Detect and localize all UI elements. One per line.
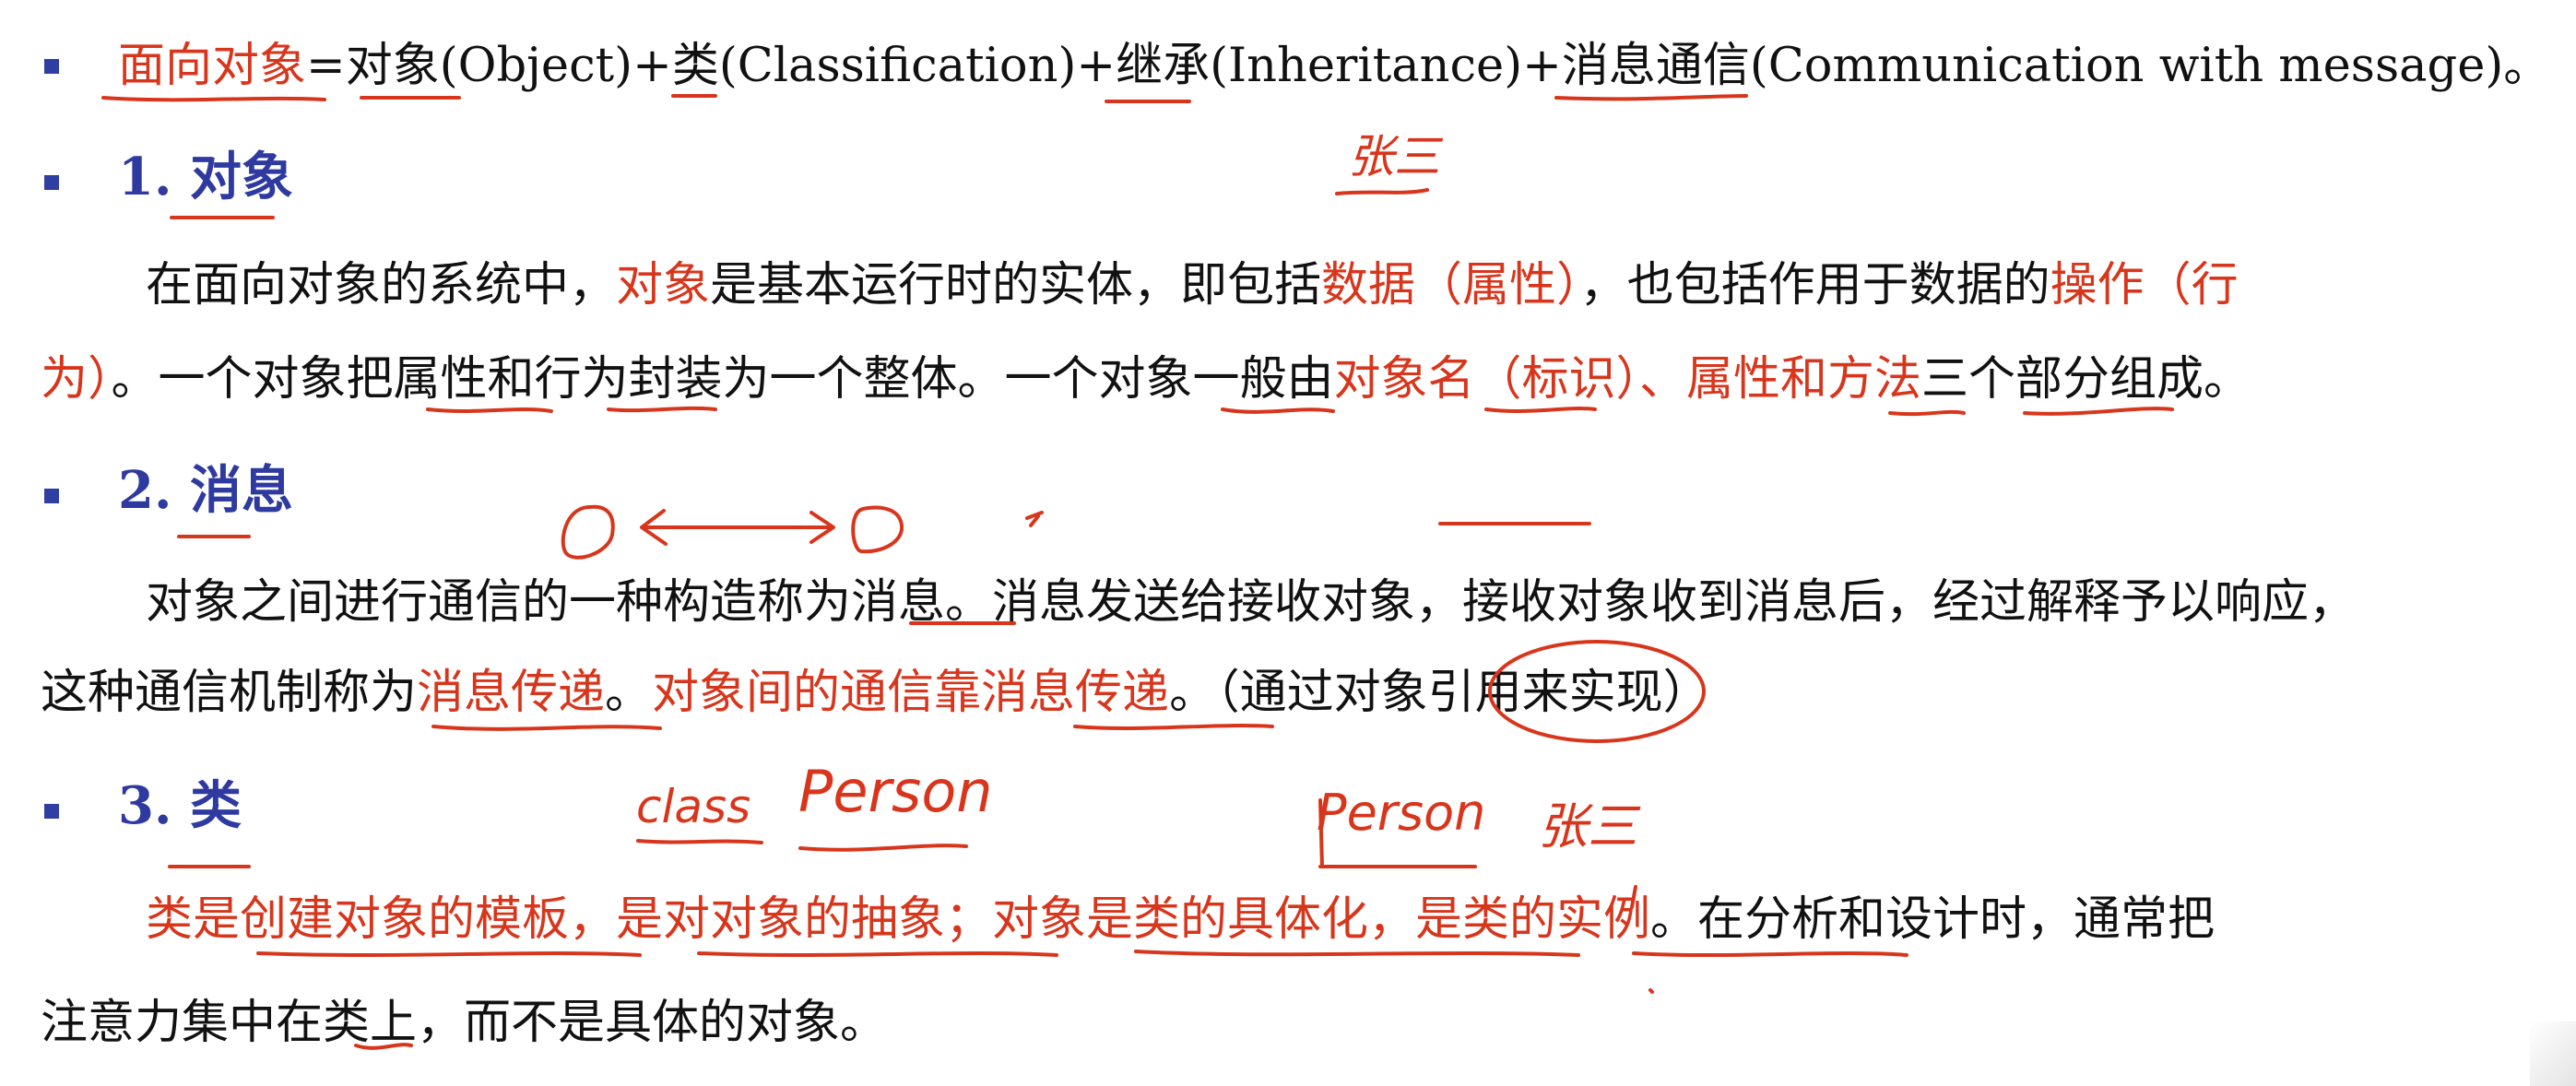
underline-shili — [1632, 951, 1908, 957]
handwritten-person-2: Person — [1317, 784, 1486, 842]
underline-message — [1554, 94, 1748, 101]
underline-chouxiang — [697, 951, 1058, 957]
circle-right — [851, 505, 904, 554]
underline-fangfa — [2023, 407, 2174, 416]
class-en: (Classification)+ — [718, 39, 1117, 93]
s1p2-a: 为） — [41, 352, 112, 407]
circle-left — [561, 504, 615, 560]
section1-para-line1: 在面向对象的系统中，对象是基本运行时的实体，即包括数据（属性），也包括作用于数据… — [146, 258, 2239, 313]
s1p1-d: 数据（属性） — [1321, 258, 1580, 313]
s2p2-c: 。 — [605, 666, 653, 720]
intro-line: 面向对象=对象(Object)+类(Classification)+继承(Inh… — [118, 39, 2550, 94]
bullet-4 — [44, 804, 59, 819]
s2p2-d: 对象间的通信靠消息传递 — [652, 666, 1170, 720]
s3p1-a: 类是创建对象的模板，是对对象的抽象；对象是类的具体化，是类的实例 — [146, 892, 1651, 947]
section3-number: 3. — [118, 775, 172, 836]
object-term: 对象 — [345, 39, 440, 93]
s1p1-e: ，也包括作用于数据的 — [1579, 258, 2050, 313]
s1p2-c: 对象名（标识）、属性和方法 — [1333, 352, 1922, 407]
s1p1-f: 操作（行 — [2050, 258, 2239, 313]
s3p1-b: 。在分析和设计时，通常把 — [1650, 892, 2216, 947]
object-en: (Object)+ — [439, 39, 672, 93]
inherit-term: 继承 — [1116, 39, 1211, 93]
section2-heading: 2. 消息 — [118, 463, 293, 518]
section1-para-line2: 为）。一个对象把属性和行为封装为一个整体。一个对象一般由对象名（标识）、属性和方… — [41, 352, 2251, 407]
section1-title: 对象 — [189, 147, 293, 207]
s2p2-b: 消息传递 — [417, 666, 606, 720]
section3-heading: 3. 类 — [118, 778, 242, 833]
equals: = — [306, 39, 346, 93]
section3-title: 类 — [189, 775, 242, 836]
small-mark — [1025, 511, 1044, 527]
section2-para-line1: 对象之间进行通信的一种构造称为消息。消息发送给接收对象，接收对象收到消息后，经过… — [146, 575, 2356, 631]
section2-para-line2: 这种通信机制称为消息传递。对象间的通信靠消息传递。（通过对象引用来实现） — [41, 666, 1710, 721]
slide: 面向对象=对象(Object)+类(Classification)+继承(Inh… — [0, 0, 2576, 1086]
bullet-1 — [44, 59, 59, 74]
section3-para-line2: 注意力集中在类上，而不是具体的对象。 — [41, 996, 887, 1051]
underline-xiaoxichuandi-1 — [431, 725, 662, 731]
s1p1-a: 在面向对象的系统中， — [146, 258, 617, 313]
handwritten-zhangsan-top: 张三 — [1348, 130, 1440, 183]
inherit-en: (Inheritance)+ — [1210, 39, 1562, 93]
bullet-3 — [44, 489, 59, 503]
underline-xingwei — [607, 406, 717, 413]
arrow-head-left — [640, 509, 668, 546]
section2-title: 消息 — [189, 460, 293, 521]
underline-oo — [101, 96, 326, 102]
s3p2: 注意力集中在类上，而不是具体的对象。 — [41, 996, 888, 1050]
underline-duixiang-2 — [1221, 407, 1335, 414]
section1-heading: 1. 对象 — [118, 149, 293, 205]
oo-term: 面向对象 — [118, 39, 307, 93]
s2p2-e: 。（通过对象引用来实现） — [1169, 666, 1710, 720]
arrow-head-right — [809, 511, 835, 544]
underline-class-word — [636, 839, 763, 844]
underline-moban — [256, 951, 642, 957]
message-en: (Communication with message)。 — [1749, 39, 2551, 93]
handwritten-class: class — [636, 780, 751, 833]
handwritten-person-1: Person — [798, 758, 993, 825]
section1-number: 1. — [118, 147, 172, 207]
underline-shuxing-2 — [1888, 409, 1966, 417]
small-dot — [1648, 988, 1654, 994]
underline-person-1 — [798, 844, 968, 852]
s2p1: 对象之间进行通信的一种构造称为消息。消息发送给接收对象，接收对象收到消息后，经过… — [146, 575, 2357, 630]
section3-para-line1: 类是创建对象的模板，是对对象的抽象；对象是类的具体化，是类的实例。在分析和设计时… — [146, 892, 2215, 948]
s1p2-d: 三个部分组成。 — [1921, 352, 2251, 407]
s1p1-c: 是基本运行时的实体，即包括 — [710, 258, 1322, 313]
underline-shuxing-1 — [426, 407, 553, 413]
s1p2-b: 。一个对象把属性和行为封装为一个整体。一个对象一般由 — [111, 352, 1334, 407]
class-term: 类 — [671, 39, 719, 93]
underline-juti — [1134, 950, 1580, 957]
page-corner — [2530, 1021, 2576, 1086]
message-term: 消息通信 — [1561, 39, 1750, 93]
s2p2-a: 这种通信机制称为 — [41, 666, 418, 720]
underline-zhang-top — [1335, 188, 1429, 195]
section2-number: 2. — [118, 460, 172, 521]
underline-xiaoxichuandi-2 — [1073, 724, 1274, 730]
s1p1-b: 对象 — [616, 258, 711, 313]
bullet-2 — [44, 175, 59, 190]
handwritten-zhangsan-bottom: 张三 — [1538, 797, 1637, 856]
underline-duixiangming — [1484, 407, 1597, 413]
